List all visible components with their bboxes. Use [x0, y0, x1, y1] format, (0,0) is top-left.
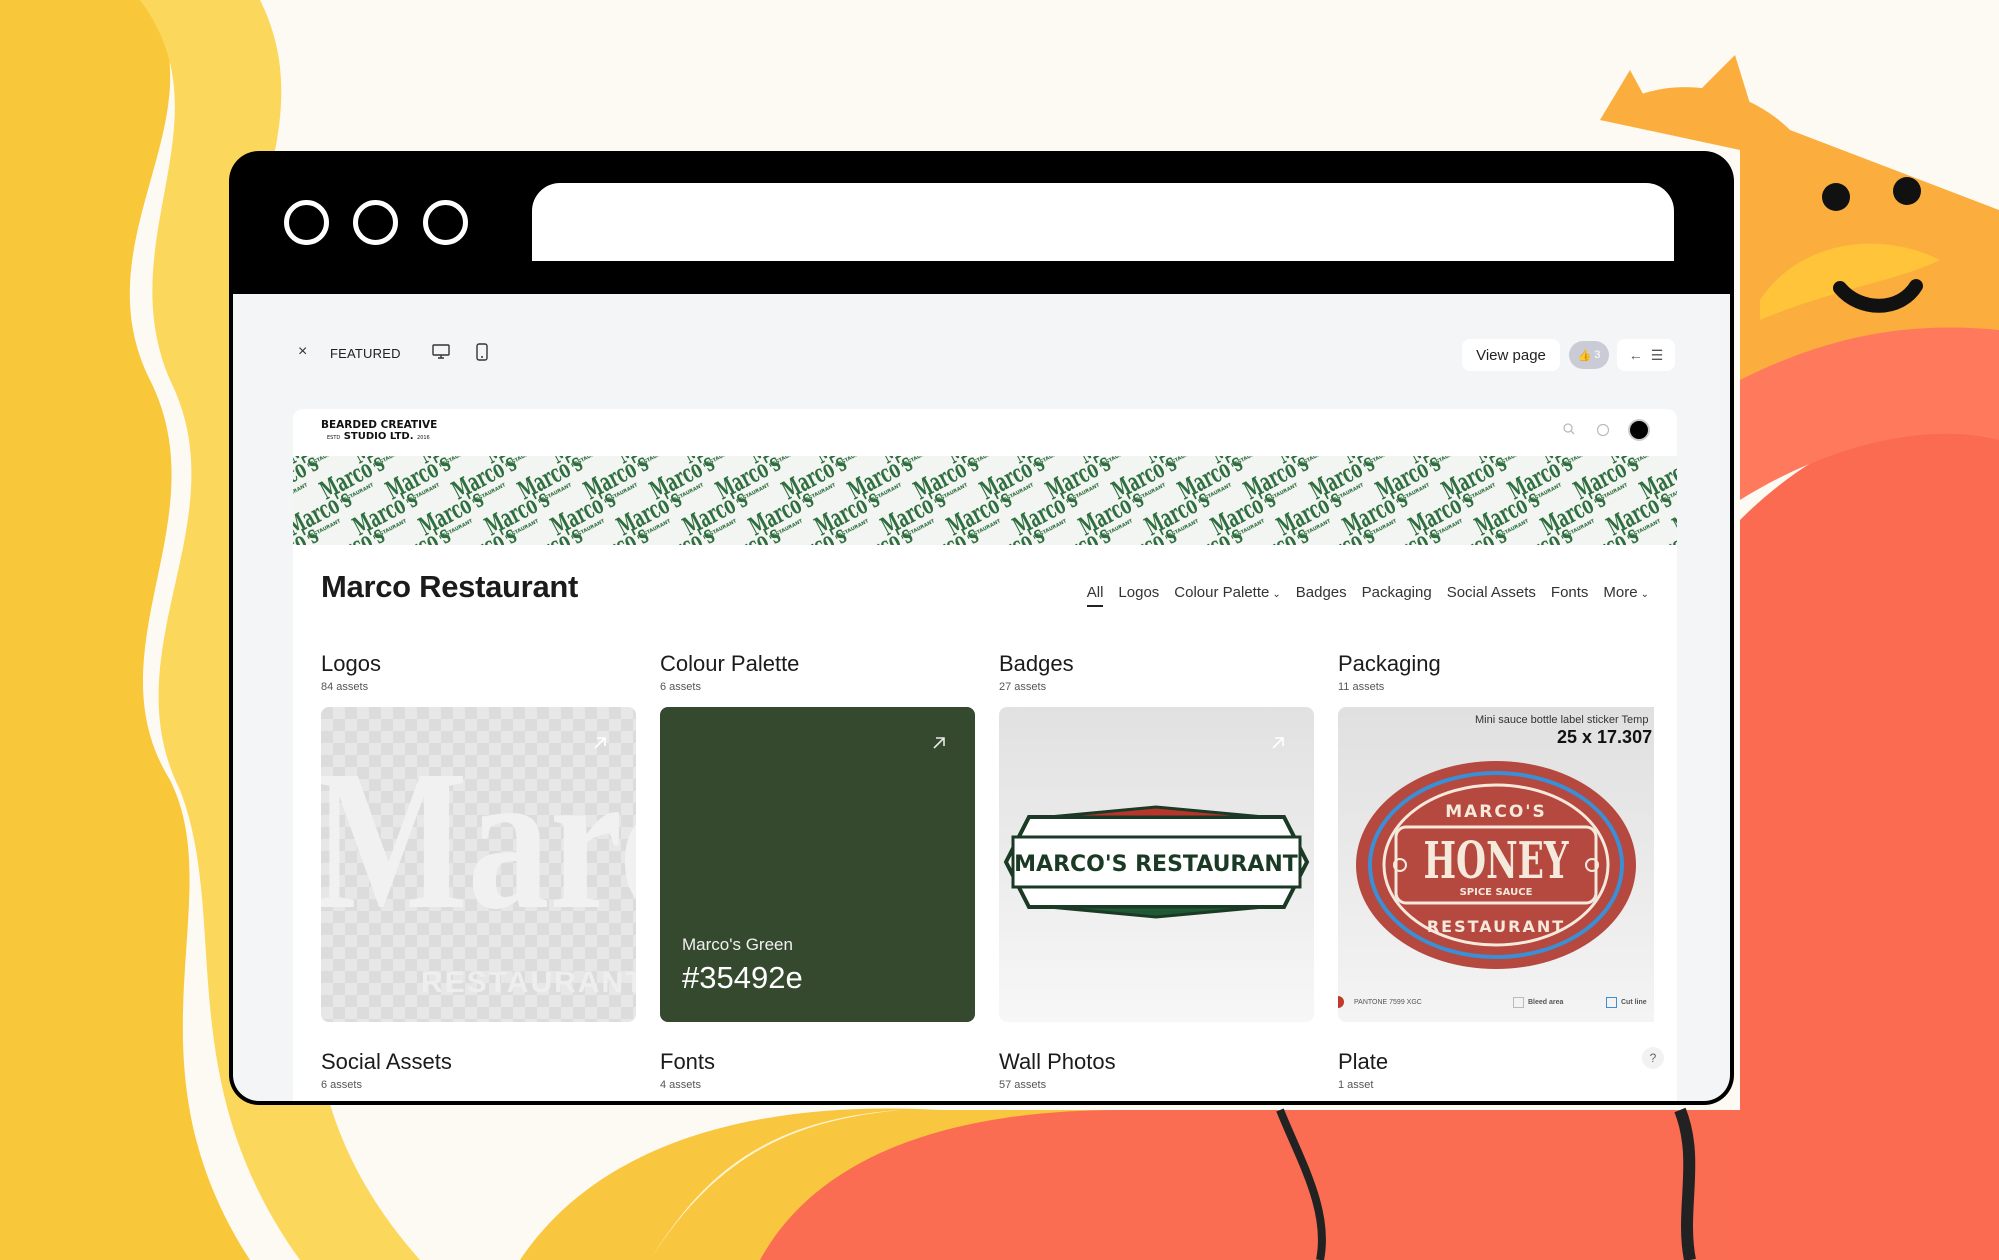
- help-icon[interactable]: ?: [1642, 1047, 1664, 1069]
- preview-toolbar: × FEATURED View page 👍 3 ← ☰: [233, 294, 1730, 409]
- studio-logo-line1: BEARDED CREATIVE: [321, 419, 438, 431]
- cut-swatch: [1606, 997, 1617, 1008]
- tab-social-assets[interactable]: Social Assets: [1447, 584, 1536, 607]
- page-title: Marco Restaurant: [321, 569, 579, 604]
- tab-more[interactable]: More ⌄: [1603, 584, 1649, 607]
- collection-title[interactable]: Wall Photos: [999, 1049, 1116, 1075]
- bleed-label: Bleed area: [1528, 999, 1564, 1006]
- cut-label: Cut line: [1621, 999, 1647, 1006]
- svg-text:SPICE SAUCE: SPICE SAUCE: [1460, 887, 1533, 898]
- arrow-up-right-icon[interactable]: [592, 735, 608, 756]
- packaging-legend: PANTONE 7599 XGC Bleed area Cut line: [1338, 994, 1654, 1014]
- likes-count: 3: [1594, 349, 1601, 361]
- pantone-label: PANTONE 7599 XGC: [1354, 999, 1422, 1006]
- tab-fonts[interactable]: Fonts: [1551, 584, 1589, 607]
- list-icon[interactable]: ☰: [1651, 347, 1664, 364]
- search-icon[interactable]: [1562, 422, 1576, 441]
- tab-badges[interactable]: Badges: [1296, 584, 1347, 607]
- brand-banner: Marco'sRESTAURANTMarco'sRESTAURANTMarco'…: [293, 456, 1677, 545]
- collection-count: 6 assets: [321, 1079, 362, 1091]
- tab-packaging[interactable]: Packaging: [1362, 584, 1432, 607]
- collection-title[interactable]: Plate: [1338, 1049, 1388, 1075]
- collection-count: 27 assets: [999, 681, 1047, 693]
- colour-hex: #35492e: [682, 960, 803, 995]
- section-tabs: All Logos Colour Palette ⌄ Badges Packagi…: [1086, 584, 1649, 607]
- address-bar[interactable]: [532, 183, 1674, 261]
- collection-count: 4 assets: [660, 1079, 701, 1091]
- window-control-dot[interactable]: [353, 200, 398, 245]
- collection-count: 6 assets: [660, 681, 701, 693]
- packaging-thumbnail[interactable]: Mini sauce bottle label sticker Temp 25 …: [1338, 707, 1654, 1022]
- window-control-dot[interactable]: [284, 200, 329, 245]
- badges-thumbnail[interactable]: MARCO'S RESTAURANT: [999, 707, 1314, 1022]
- likes-button[interactable]: 👍 3: [1569, 341, 1609, 369]
- arrow-up-right-icon[interactable]: [931, 735, 947, 756]
- pantone-swatch: [1338, 996, 1344, 1008]
- svg-text:MARCO'S RESTAURANT: MARCO'S RESTAURANT: [1014, 852, 1298, 877]
- navigation-pill[interactable]: ← ☰: [1617, 339, 1675, 371]
- arrow-left-icon[interactable]: ←: [1629, 347, 1643, 363]
- svg-text:RESTAURANT: RESTAURANT: [1427, 917, 1565, 936]
- featured-label: FEATURED: [330, 346, 401, 361]
- collection-count: 1 asset: [1338, 1079, 1374, 1091]
- banner-pattern: Marco'sRESTAURANTMarco'sRESTAURANTMarco'…: [293, 456, 1677, 545]
- bleed-swatch: [1513, 997, 1524, 1008]
- tab-colour-palette[interactable]: Colour Palette ⌄: [1174, 584, 1280, 607]
- svg-text:HONEY: HONEY: [1423, 831, 1569, 891]
- browser-window: × FEATURED View page 👍 3 ← ☰ BEARDED CRE…: [229, 151, 1734, 1105]
- collection-count: 11 assets: [1338, 681, 1385, 693]
- browser-titlebar: [229, 151, 1734, 294]
- avatar[interactable]: [1630, 421, 1648, 439]
- close-icon[interactable]: ×: [298, 343, 307, 361]
- colour-palette-thumbnail[interactable]: Marco's Green #35492e: [660, 707, 975, 1022]
- tab-all[interactable]: All: [1086, 584, 1103, 607]
- arrow-up-right-icon[interactable]: [1270, 735, 1286, 756]
- chevron-down-icon: ⌄: [1640, 589, 1649, 600]
- window-control-dot[interactable]: [423, 200, 468, 245]
- svg-text:RESTAURANT: RESTAURANT: [421, 966, 636, 999]
- collection-title[interactable]: Colour Palette: [660, 651, 799, 677]
- view-page-button[interactable]: View page: [1462, 339, 1560, 371]
- tab-logos[interactable]: Logos: [1118, 584, 1159, 607]
- svg-text:MARCO'S: MARCO'S: [1445, 802, 1547, 822]
- collection-count: 57 assets: [999, 1079, 1047, 1091]
- collection-title[interactable]: Social Assets: [321, 1049, 452, 1075]
- logos-thumbnail[interactable]: Marco RESTAURANT: [321, 707, 636, 1022]
- collection-title[interactable]: Logos: [321, 651, 381, 677]
- collection-title[interactable]: Fonts: [660, 1049, 715, 1075]
- studio-logo-line2: ESTD STUDIO LTD. 2016: [327, 431, 430, 442]
- logo-preview: Marco RESTAURANT: [321, 729, 636, 999]
- chat-icon[interactable]: [1596, 423, 1610, 442]
- collection-title[interactable]: Packaging: [1338, 651, 1441, 677]
- chevron-down-icon: ⌄: [1272, 589, 1281, 600]
- restaurant-badge: MARCO'S RESTAURANT: [1003, 805, 1310, 919]
- colour-name: Marco's Green: [682, 935, 793, 954]
- collection-title[interactable]: Badges: [999, 651, 1074, 677]
- brand-page-card: BEARDED CREATIVE ESTD STUDIO LTD. 2016 M…: [293, 409, 1677, 1101]
- svg-text:Marco: Marco: [321, 729, 636, 951]
- mobile-icon[interactable]: [476, 343, 488, 366]
- honey-seal: MARCO'S HONEY SPICE SAUCE RESTAURANT: [1356, 761, 1636, 969]
- studio-logo: BEARDED CREATIVE ESTD STUDIO LTD. 2016: [321, 419, 441, 445]
- thumbs-up-icon: 👍: [1577, 349, 1592, 362]
- desktop-icon[interactable]: [432, 344, 450, 365]
- page-content: × FEATURED View page 👍 3 ← ☰ BEARDED CRE…: [233, 294, 1730, 1101]
- collection-count: 84 assets: [321, 681, 369, 693]
